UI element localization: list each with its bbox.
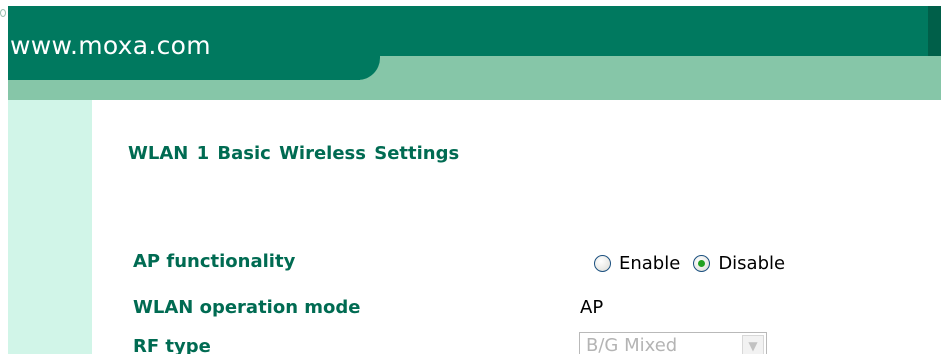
ap-functionality-label: AP functionality [133,251,296,272]
page-title: WLAN 1 Basic Wireless Settings [128,143,460,164]
rf-type-select[interactable]: B/G Mixed ▼ [579,332,767,354]
header-step [380,56,941,80]
site-url-logo: www.moxa.com [10,31,211,60]
left-margin [0,0,8,354]
ap-functionality-radio-group: Enable Disable [594,250,798,276]
enable-radio[interactable] [594,254,611,272]
radio-selected-dot [698,259,706,267]
enable-radio-label[interactable]: Enable [619,253,680,274]
wlan-operation-mode-value: AP [580,297,604,318]
rf-type-label: RF type [133,336,211,354]
corner-icon [0,9,6,17]
header-subbar [8,80,941,100]
disable-radio[interactable] [693,254,711,272]
chevron-down-icon[interactable]: ▼ [742,335,764,354]
rf-type-select-value: B/G Mixed [586,335,678,354]
wlan-operation-mode-label: WLAN operation mode [133,297,361,318]
app-frame: www.moxa.com WLAN 1 Basic Wireless Setti… [0,0,941,354]
sidebar [8,100,92,354]
disable-radio-label[interactable]: Disable [718,253,785,274]
header-accent-strip [928,6,941,56]
